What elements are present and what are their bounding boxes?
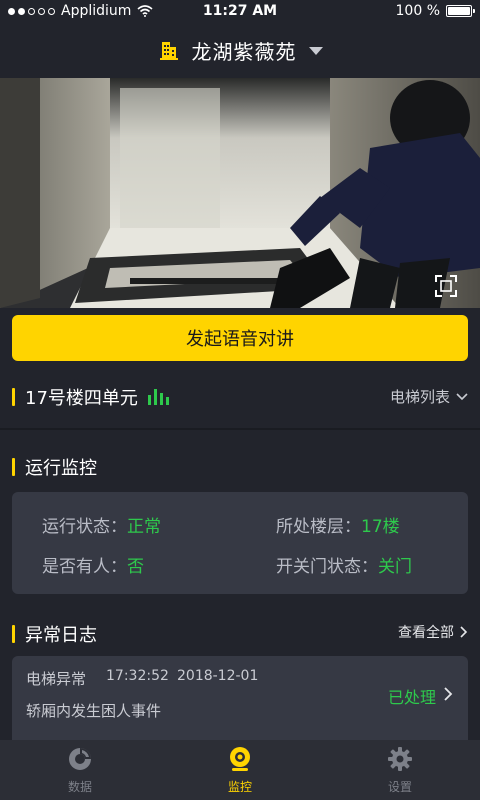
building-icon [159,42,178,60]
divider [0,428,480,430]
current-floor-value: 17楼 [361,517,400,537]
chevron-right-icon [460,626,468,638]
tab-monitor[interactable]: 监控 [160,740,320,800]
chevron-down-icon [456,392,468,400]
signal-strength-icon [147,389,169,405]
occupancy-value: 否 [127,557,144,577]
section-accent-bar [12,458,15,476]
battery-group: 100 % [395,3,475,19]
elevator-list-label: 电梯列表 [389,388,450,406]
door-status-value: 关门 [378,557,412,577]
camera-icon [230,746,250,771]
data-chart-icon [69,747,91,770]
log-description: 轿厢内发生困人事件 [26,702,162,720]
view-all-logs-link[interactable]: 查看全部 [398,622,468,642]
log-list-item[interactable]: 电梯异常 17:32:52 2018-12-01 轿厢内发生困人事件 已处理 [12,656,468,746]
elevator-unit-row: 17号楼四单元 电梯列表 [0,372,480,422]
monitor-section-header: 运行监控 [12,454,97,480]
door-status: 开关门状态：关门 [276,552,412,577]
monitor-card: 运行状态：正常 所处楼层：17楼 是否有人：否 开关门状态：关门 [12,492,468,594]
gear-icon [388,746,412,771]
elevator-camera-feed[interactable] [0,78,480,308]
bottom-tab-bar: 数据 监控 设置 [0,740,480,800]
chevron-right-icon [444,687,453,701]
community-selector[interactable]: 龙湖紫薇苑 [0,22,480,78]
tab-settings-label: 设置 [387,779,412,794]
occupancy-label: 是否有人： [42,557,127,577]
tab-data-label: 数据 [67,779,92,794]
view-all-label: 查看全部 [398,625,454,641]
log-title: 异常日志 [25,625,97,646]
chevron-down-icon [308,47,323,55]
run-status-value: 正常 [127,517,161,537]
status-bar: Applidium 11:27 AM 100 % [0,0,480,22]
elevator-unit-name: 17号楼四单元 [25,388,138,409]
log-time: 17:32:52 [106,668,169,684]
section-accent-bar [12,388,15,406]
tab-monitor-label: 监控 [227,779,252,794]
run-status: 运行状态：正常 [42,512,161,537]
tab-settings[interactable]: 设置 [320,740,480,800]
section-accent-bar [12,625,15,643]
log-section-header: 异常日志 [12,621,97,647]
start-voice-intercom-label: 发起语音对讲 [186,329,294,350]
log-status-badge: 已处理 [387,688,436,707]
camera-image [0,78,480,308]
current-floor: 所处楼层：17楼 [276,512,400,537]
battery-icon [446,5,475,17]
run-status-label: 运行状态： [42,517,127,537]
tab-data[interactable]: 数据 [0,740,160,800]
elevator-list-button[interactable]: 电梯列表 [390,386,468,407]
occupancy: 是否有人：否 [42,552,144,577]
battery-percent: 100 % [395,3,440,19]
log-date: 2018-12-01 [177,668,259,684]
community-name: 龙湖紫薇苑 [191,39,297,64]
door-status-label: 开关门状态： [276,557,378,577]
log-type: 电梯异常 [26,670,87,688]
fullscreen-icon[interactable] [434,274,458,298]
monitor-title: 运行监控 [25,458,97,479]
start-voice-intercom-button[interactable]: 发起语音对讲 [12,315,468,361]
current-floor-label: 所处楼层： [276,517,361,537]
